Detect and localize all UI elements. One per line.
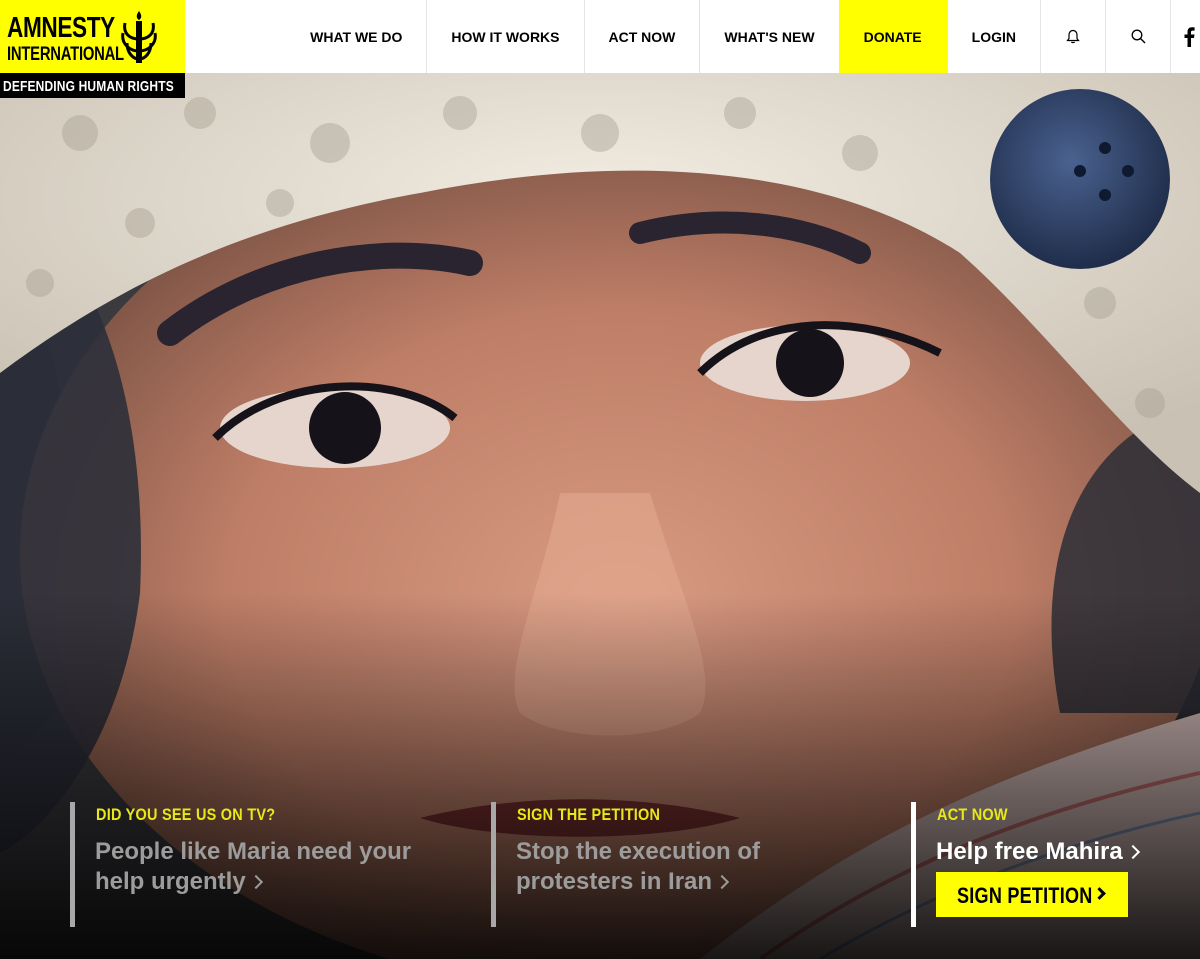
promo-petition-label: SIGN THE PETITION: [517, 805, 661, 824]
nav-whats-new[interactable]: WHAT'S NEW: [699, 0, 838, 73]
nav-donate[interactable]: DONATE: [838, 0, 947, 73]
notifications-button[interactable]: [1040, 0, 1105, 73]
promo-act-now-label: ACT NOW: [937, 805, 1008, 824]
promo-tv-label: DID YOU SEE US ON TV?: [96, 805, 276, 824]
promo-petition-title[interactable]: Stop the execution of protesters in Iran: [516, 837, 786, 897]
promo-act-now-title[interactable]: Help free Mahira: [936, 837, 1200, 867]
nav-login[interactable]: LOGIN: [946, 0, 1040, 73]
tagline-text: DEFENDING HUMAN RIGHTS: [3, 78, 174, 95]
promo-act-now-title-text: Help free Mahira: [936, 838, 1123, 865]
tagline-bar: DEFENDING HUMAN RIGHTS: [0, 73, 185, 98]
promo-tv[interactable]: DID YOU SEE US ON TV? People like Maria …: [70, 802, 470, 927]
promo-act-now[interactable]: ACT NOW Help free Mahira SIGN PETITION: [911, 802, 1191, 927]
chevron-right-icon: [1125, 844, 1140, 860]
promo-petition[interactable]: SIGN THE PETITION Stop the execution of …: [491, 802, 891, 927]
sign-petition-label: SIGN PETITION: [957, 883, 1093, 908]
nav-what-we-do[interactable]: WHAT WE DO: [286, 0, 426, 73]
search-button[interactable]: [1105, 0, 1170, 73]
site-header: AMNESTY INTERNATIONAL WHAT WE DO HOW IT …: [0, 0, 1200, 73]
sign-petition-button[interactable]: SIGN PETITION: [936, 872, 1128, 917]
logo-line-1: AMNESTY: [7, 12, 115, 44]
nav-how-it-works[interactable]: HOW IT WORKS: [426, 0, 583, 73]
facebook-link[interactable]: [1170, 0, 1200, 73]
nav-act-now[interactable]: ACT NOW: [583, 0, 700, 73]
candle-icon: [121, 11, 157, 63]
main-nav: WHAT WE DO HOW IT WORKS ACT NOW WHAT'S N…: [286, 0, 1200, 73]
search-icon: [1131, 29, 1145, 44]
promo-tv-title[interactable]: People like Maria need your help urgentl…: [95, 837, 435, 897]
bell-icon: [1066, 29, 1080, 44]
facebook-icon: [1184, 26, 1195, 47]
chevron-right-icon: [714, 874, 730, 890]
logo-line-2: INTERNATIONAL: [7, 44, 124, 65]
logo-wordmark: AMNESTY INTERNATIONAL: [7, 12, 124, 65]
chevron-right-icon: [248, 874, 263, 890]
chevron-right-icon: [1093, 887, 1106, 900]
amnesty-logo[interactable]: AMNESTY INTERNATIONAL: [0, 0, 185, 73]
